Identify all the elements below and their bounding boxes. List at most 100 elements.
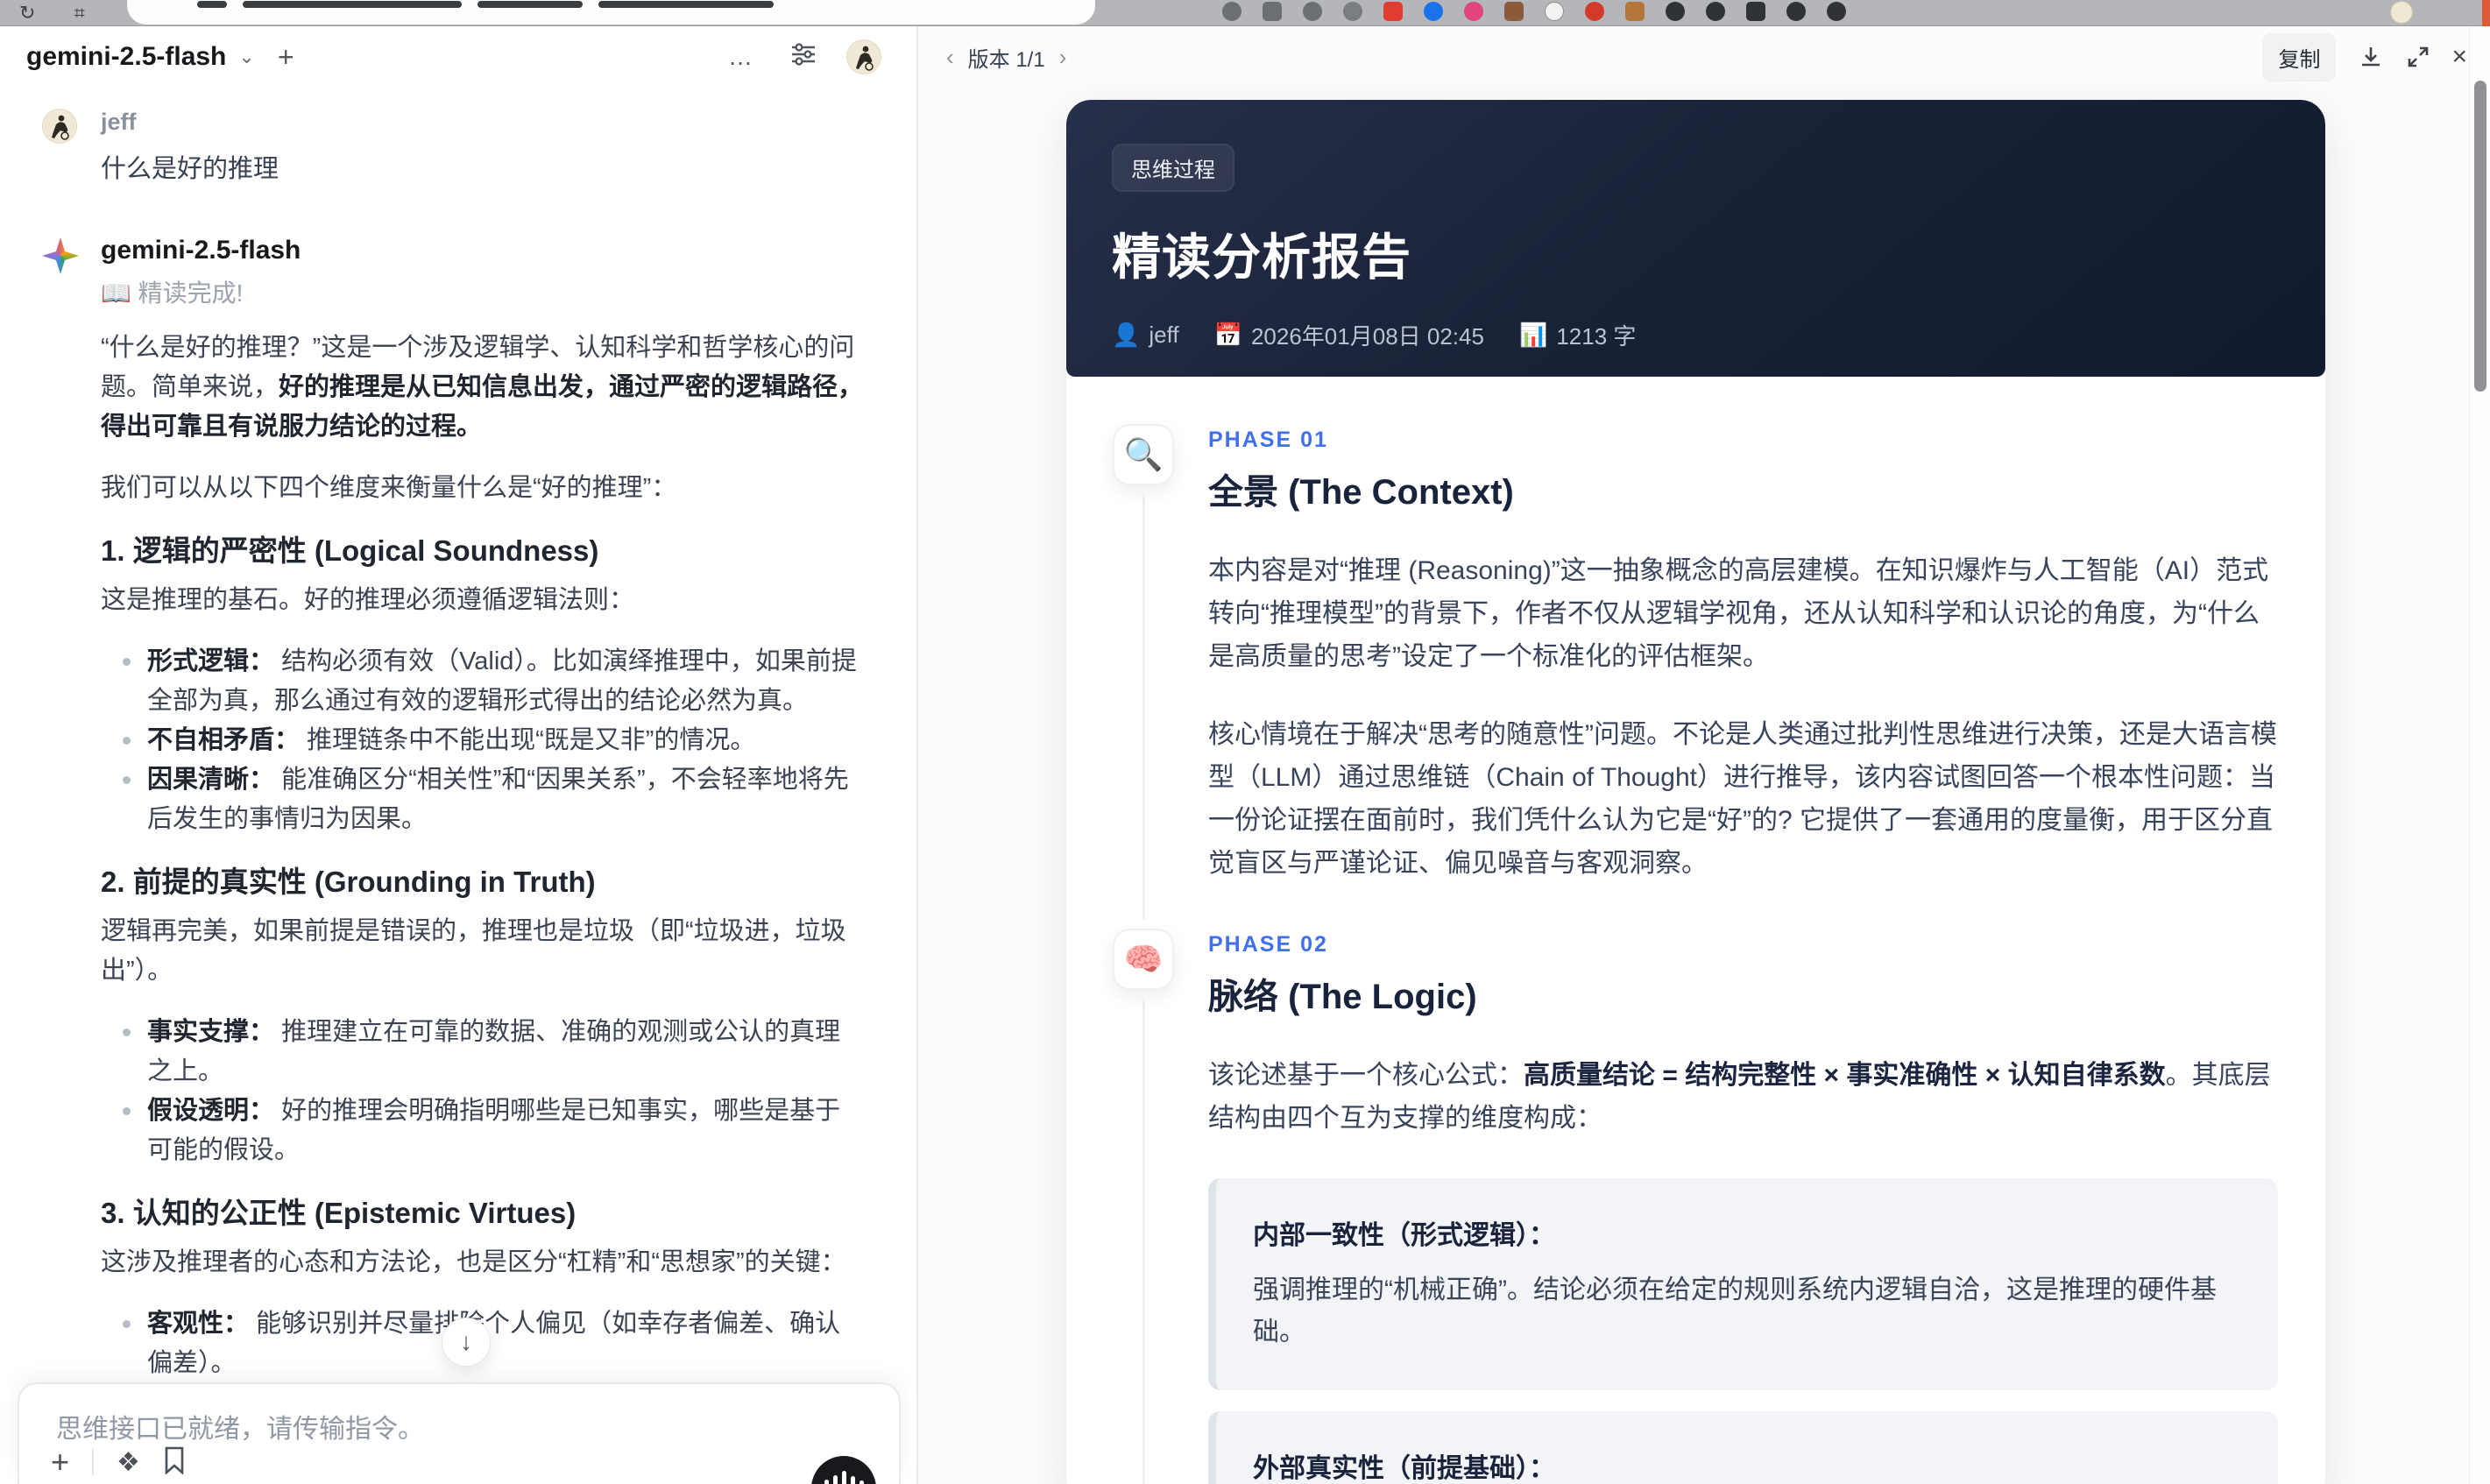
scrollbar-track[interactable] [2469, 26, 2490, 1484]
browser-toolbar: ↻ ⌗ [0, 0, 2490, 26]
browser-address-bar[interactable] [127, 0, 1095, 25]
phase-timeline: 🔍 PHASE 01 全景 (The Context) 本内容是对“推理 (Re… [1066, 377, 2325, 1484]
input-toolbar: + ❖ [51, 1444, 186, 1480]
gemini-logo-icon [42, 237, 79, 274]
bookmark-icon[interactable] [163, 1446, 186, 1479]
bullet-item: 不自相矛盾： 推理链条中不能出现“既是又非”的情况。 [123, 721, 866, 760]
report-hero: 思维过程 精读分析报告 👤 jeff 📅 2026年01月08日 02:45 📊… [1066, 100, 2325, 377]
assistant-bullet-list: 事实支撑： 推理建立在可靠的数据、准确的观测或公认的真理之上。 假设透明： 好的推… [101, 1013, 866, 1170]
extension-icon[interactable] [1504, 2, 1524, 21]
chat-panel: gemini-2.5-flash ⌄ + … jeff 什么是好的推理 gemi… [0, 26, 918, 1484]
bullet-item: 假设透明： 好的推理会明确指明哪些是已知事实，哪些是基于可能的假设。 [123, 1092, 866, 1170]
attach-plus-button[interactable]: + [51, 1444, 69, 1480]
assistant-paragraph: 这涉及推理者的心态和方法论，也是区分“杠精”和“思想家”的关键： [101, 1248, 846, 1276]
author-icon: 👤 [1112, 322, 1141, 348]
voice-input-button[interactable] [811, 1456, 876, 1484]
extension-icon[interactable] [1222, 2, 1241, 21]
assistant-heading: 2. 前提的真实性 (Grounding in Truth) [101, 866, 596, 898]
account-avatar[interactable] [846, 39, 881, 74]
chevron-down-icon[interactable]: ⌄ [238, 46, 254, 68]
app-window: gemini-2.5-flash ⌄ + … jeff 什么是好的推理 gemi… [0, 26, 2490, 1484]
settings-sliders-icon[interactable] [790, 41, 817, 74]
address-text-fragment [477, 1, 583, 8]
timeline-connector [1142, 999, 1145, 1484]
assistant-status: 📖 精读完成! [101, 279, 244, 307]
phase-label: PHASE 02 [1208, 932, 1328, 957]
timeline-connector [1142, 494, 1145, 920]
version-prev-button[interactable]: ‹ [946, 44, 954, 71]
browser-extension-icons [1222, 2, 1846, 21]
version-label: 版本 1/1 [967, 47, 1045, 72]
effects-icon[interactable]: ❖ [117, 1447, 140, 1478]
extension-icon[interactable] [1464, 2, 1483, 21]
assistant-paragraph: “什么是好的推理？”这是一个涉及逻辑学、认知科学和哲学核心的问题。简单来说，好的… [101, 334, 864, 441]
scroll-to-bottom-button[interactable]: ↓ [442, 1318, 491, 1367]
chat-message-list: jeff 什么是好的推理 gemini-2.5-flash 📖 精读完成! “什… [0, 88, 916, 1484]
browser-grid-icon[interactable]: ⌗ [74, 3, 84, 23]
magnifier-icon: 🔍 [1113, 424, 1174, 485]
chat-input-box[interactable]: 思维接口已就绪，请传输指令。 + ❖ [18, 1382, 901, 1484]
logic-card-body: 强调推理的“机械正确”。结论必须在给定的规则系统内逻辑自洽，这是推理的硬件基础。 [1253, 1276, 2217, 1346]
user-avatar [42, 109, 77, 144]
artifact-preview-panel: ‹ 版本 1/1 › 复制 × 思维过程 精读分析报告 👤 jeff 📅 202… [918, 26, 2490, 1484]
extension-icon[interactable] [1343, 2, 1362, 21]
address-text-fragment [197, 1, 227, 8]
user-message: jeff 什么是好的推理 [42, 109, 866, 185]
browser-refresh-icon[interactable]: ↻ [19, 3, 35, 23]
scrollbar-thumb[interactable] [2474, 81, 2486, 392]
window-edge-sliver [2482, 0, 2490, 26]
assistant-paragraph: 逻辑再完美，如果前提是错误的，推理也是垃圾（即“垃圾进，垃圾出”）。 [101, 917, 846, 985]
extension-icon[interactable] [1827, 2, 1846, 21]
extension-icon[interactable] [1383, 2, 1403, 21]
logic-card: 内部一致性（形式逻辑）： 强调推理的“机械正确”。结论必须在给定的规则系统内逻辑自… [1208, 1178, 2278, 1390]
address-text-fragment [243, 1, 462, 8]
version-next-button[interactable]: › [1059, 44, 1067, 71]
extension-icon[interactable] [1424, 2, 1443, 21]
extension-icon[interactable] [1746, 2, 1765, 21]
assistant-paragraph: 这是推理的基石。好的推理必须遵循逻辑法则： [101, 586, 635, 614]
close-icon[interactable]: × [2451, 42, 2467, 72]
phase-title: 全景 (The Context) [1208, 473, 1514, 512]
phase-paragraph: 本内容是对“推理 (Reasoning)”这一抽象概念的高层建模。在知识爆炸与人… [1208, 556, 2269, 671]
assistant-message-body: “什么是好的推理？”这是一个涉及逻辑学、认知科学和哲学核心的问题。简单来说，好的… [101, 329, 866, 1484]
report-meta: 👤 jeff 📅 2026年01月08日 02:45 📊 1213 字 [1112, 319, 2280, 351]
extension-icon[interactable] [1666, 2, 1685, 21]
extension-icon[interactable] [1625, 2, 1645, 21]
extension-icon[interactable] [1585, 2, 1604, 21]
waveform-icon [824, 1470, 864, 1484]
extension-icon[interactable] [1545, 2, 1564, 21]
assistant-heading: 1. 逻辑的严密性 (Logical Soundness) [101, 534, 599, 567]
extension-icon[interactable] [1263, 2, 1282, 21]
copy-button[interactable]: 复制 [2262, 32, 2337, 81]
wordcount-icon: 📊 [1518, 322, 1548, 348]
report-author: jeff [1149, 322, 1179, 348]
extension-icon[interactable] [1786, 2, 1806, 21]
hero-badge: 思维过程 [1112, 144, 1234, 192]
extension-icon[interactable] [1303, 2, 1322, 21]
phase-section-1: 🔍 PHASE 01 全景 (The Context) 本内容是对“推理 (Re… [1112, 424, 2278, 920]
new-chat-button[interactable]: + [278, 41, 294, 74]
arrow-down-icon: ↓ [460, 1328, 472, 1355]
bullet-item: 事实支撑： 推理建立在可靠的数据、准确的观测或公认的真理之上。 [123, 1013, 866, 1092]
phase-paragraph: 核心情境在于解决“思考的随意性”问题。不论是人类通过批判性思维进行决策，还是大语… [1208, 720, 2277, 878]
extension-icon[interactable] [1706, 2, 1725, 21]
phase-label: PHASE 01 [1208, 428, 1328, 452]
report-title: 精读分析报告 [1112, 230, 1411, 285]
phase-title: 脉络 (The Logic) [1208, 978, 1477, 1016]
browser-profile-avatar[interactable] [2390, 1, 2413, 24]
assistant-name: gemini-2.5-flash [101, 236, 301, 265]
report-date: 2026年01月08日 02:45 [1250, 323, 1484, 350]
download-icon[interactable] [2359, 45, 2383, 69]
logic-card: 外部真实性（前提基础）：强调推理的“经验校准”。解决“GIGO（垃圾进，垃圾出）… [1208, 1411, 2278, 1484]
user-message-text: 什么是好的推理 [101, 155, 279, 183]
more-options-icon[interactable]: … [728, 43, 755, 71]
model-selector-label[interactable]: gemini-2.5-flash [26, 42, 226, 72]
logic-card-title: 外部真实性（前提基础）： [1253, 1454, 1555, 1483]
toolbar-divider [92, 1449, 95, 1475]
report-wordcount: 1213 字 [1556, 323, 1637, 350]
phase-lead-paragraph: 该论述基于一个核心公式：高质量结论 = 结构完整性 × 事实准确性 × 认知自律… [1208, 1061, 2271, 1133]
assistant-bullet-list: 形式逻辑： 结构必须有效（Valid）。比如演绎推理中，如果前提全部为真，那么通… [101, 642, 866, 839]
chat-input-placeholder[interactable]: 思维接口已就绪，请传输指令。 [56, 1407, 873, 1445]
fullscreen-icon[interactable] [2406, 45, 2430, 69]
chat-header: gemini-2.5-flash ⌄ + … [0, 26, 916, 88]
